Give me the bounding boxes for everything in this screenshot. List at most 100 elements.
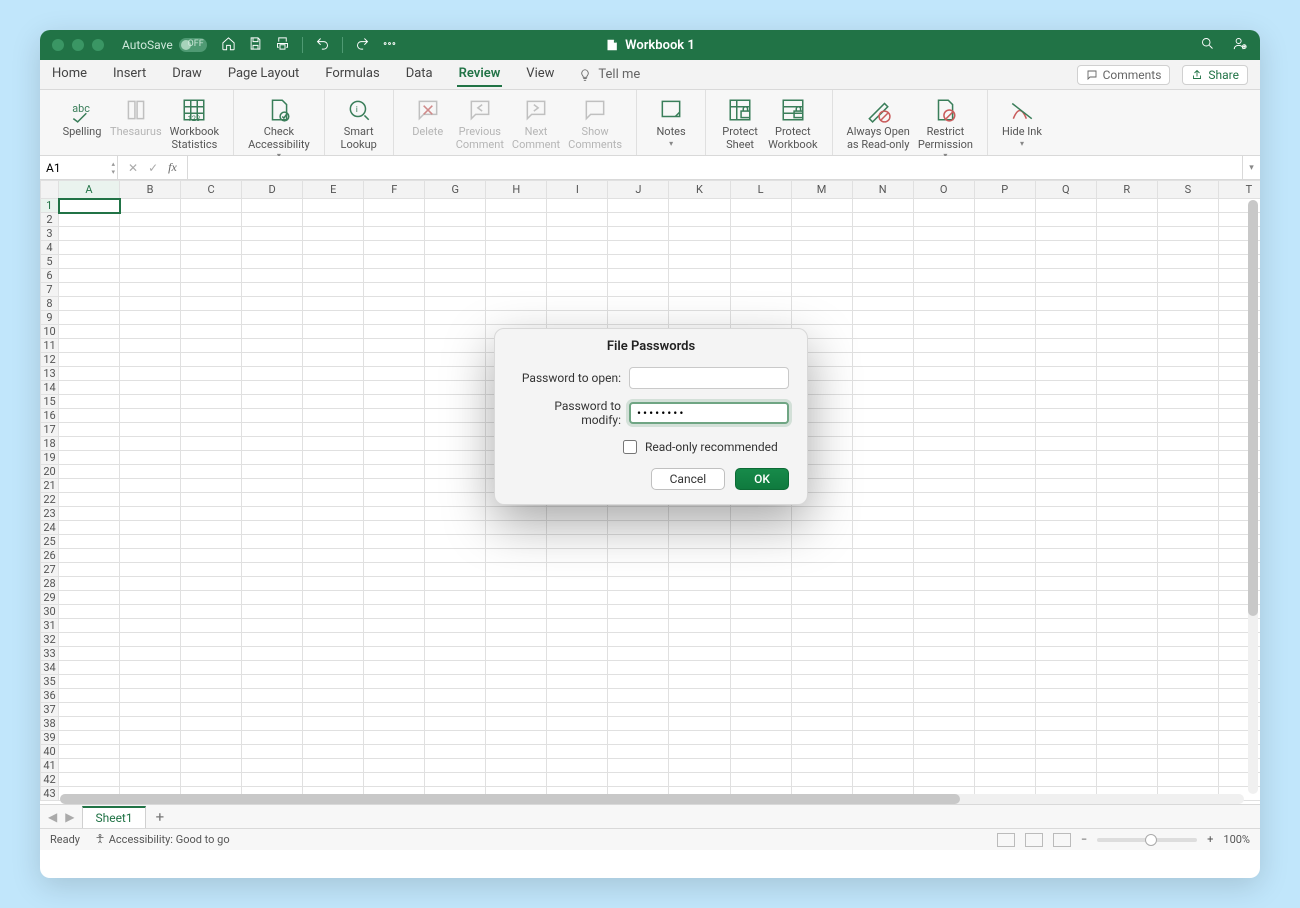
normal-view-icon[interactable] [997, 833, 1015, 847]
cell-A28[interactable] [59, 577, 120, 591]
cell-Q32[interactable] [1035, 633, 1096, 647]
cell-J32[interactable] [608, 633, 669, 647]
cell-O17[interactable] [913, 423, 974, 437]
col-header-J[interactable]: J [608, 181, 669, 199]
cell-E24[interactable] [303, 521, 364, 535]
cell-B8[interactable] [120, 297, 181, 311]
cell-I36[interactable] [547, 689, 608, 703]
cell-Q30[interactable] [1035, 605, 1096, 619]
row-header-17[interactable]: 17 [41, 423, 59, 437]
cell-D25[interactable] [242, 535, 303, 549]
cell-L31[interactable] [730, 619, 791, 633]
cell-F23[interactable] [364, 507, 425, 521]
cell-K30[interactable] [669, 605, 730, 619]
cell-G41[interactable] [425, 759, 486, 773]
cell-J28[interactable] [608, 577, 669, 591]
col-header-C[interactable]: C [181, 181, 242, 199]
cell-E29[interactable] [303, 591, 364, 605]
cell-D17[interactable] [242, 423, 303, 437]
cell-J5[interactable] [608, 255, 669, 269]
cell-B37[interactable] [120, 703, 181, 717]
row-header-37[interactable]: 37 [41, 703, 59, 717]
cell-F24[interactable] [364, 521, 425, 535]
cell-S23[interactable] [1157, 507, 1218, 521]
cell-N11[interactable] [852, 339, 913, 353]
cell-C17[interactable] [181, 423, 242, 437]
cell-G20[interactable] [425, 465, 486, 479]
cell-N9[interactable] [852, 311, 913, 325]
cell-E36[interactable] [303, 689, 364, 703]
cell-R21[interactable] [1096, 479, 1157, 493]
cell-F27[interactable] [364, 563, 425, 577]
cell-G9[interactable] [425, 311, 486, 325]
cell-E6[interactable] [303, 269, 364, 283]
fx-icon[interactable]: fx [168, 160, 177, 175]
cell-F15[interactable] [364, 395, 425, 409]
cell-B10[interactable] [120, 325, 181, 339]
cell-R24[interactable] [1096, 521, 1157, 535]
cell-M23[interactable] [791, 507, 852, 521]
spelling-button[interactable]: abcSpelling [58, 94, 106, 141]
row-header-15[interactable]: 15 [41, 395, 59, 409]
cell-G30[interactable] [425, 605, 486, 619]
cell-E41[interactable] [303, 759, 364, 773]
cell-Q4[interactable] [1035, 241, 1096, 255]
workbook-statistics-button[interactable]: 123Workbook Statistics [166, 94, 223, 153]
cell-B11[interactable] [120, 339, 181, 353]
cell-P25[interactable] [974, 535, 1035, 549]
cell-R12[interactable] [1096, 353, 1157, 367]
hide-ink-button[interactable]: Hide Ink▾ [998, 94, 1046, 150]
cell-H40[interactable] [486, 745, 547, 759]
cell-J25[interactable] [608, 535, 669, 549]
cell-A23[interactable] [59, 507, 120, 521]
col-header-R[interactable]: R [1096, 181, 1157, 199]
cell-P2[interactable] [974, 213, 1035, 227]
formula-input[interactable] [188, 156, 1242, 179]
cell-P20[interactable] [974, 465, 1035, 479]
cell-E10[interactable] [303, 325, 364, 339]
cell-A31[interactable] [59, 619, 120, 633]
cell-R13[interactable] [1096, 367, 1157, 381]
cell-M9[interactable] [791, 311, 852, 325]
cell-N5[interactable] [852, 255, 913, 269]
cell-A27[interactable] [59, 563, 120, 577]
cell-D29[interactable] [242, 591, 303, 605]
cell-F42[interactable] [364, 773, 425, 787]
cell-K7[interactable] [669, 283, 730, 297]
cell-I25[interactable] [547, 535, 608, 549]
cell-E32[interactable] [303, 633, 364, 647]
search-icon[interactable] [1200, 36, 1215, 55]
cell-M35[interactable] [791, 675, 852, 689]
cell-P17[interactable] [974, 423, 1035, 437]
row-header-30[interactable]: 30 [41, 605, 59, 619]
cell-S13[interactable] [1157, 367, 1218, 381]
cell-M30[interactable] [791, 605, 852, 619]
row-header-41[interactable]: 41 [41, 759, 59, 773]
cell-A11[interactable] [59, 339, 120, 353]
cell-D33[interactable] [242, 647, 303, 661]
cell-I7[interactable] [547, 283, 608, 297]
cell-K4[interactable] [669, 241, 730, 255]
zoom-level[interactable]: 100% [1223, 833, 1250, 846]
cell-D12[interactable] [242, 353, 303, 367]
cell-B33[interactable] [120, 647, 181, 661]
col-header-E[interactable]: E [303, 181, 364, 199]
cell-K29[interactable] [669, 591, 730, 605]
cell-O13[interactable] [913, 367, 974, 381]
row-header-43[interactable]: 43 [41, 787, 59, 801]
cell-J1[interactable] [608, 199, 669, 213]
cell-C37[interactable] [181, 703, 242, 717]
cell-F29[interactable] [364, 591, 425, 605]
cell-E22[interactable] [303, 493, 364, 507]
cell-B2[interactable] [120, 213, 181, 227]
cell-P40[interactable] [974, 745, 1035, 759]
cell-J38[interactable] [608, 717, 669, 731]
cell-A19[interactable] [59, 451, 120, 465]
cell-N37[interactable] [852, 703, 913, 717]
cell-P10[interactable] [974, 325, 1035, 339]
cell-C5[interactable] [181, 255, 242, 269]
col-header-K[interactable]: K [669, 181, 730, 199]
cell-N16[interactable] [852, 409, 913, 423]
cell-G33[interactable] [425, 647, 486, 661]
cell-B22[interactable] [120, 493, 181, 507]
